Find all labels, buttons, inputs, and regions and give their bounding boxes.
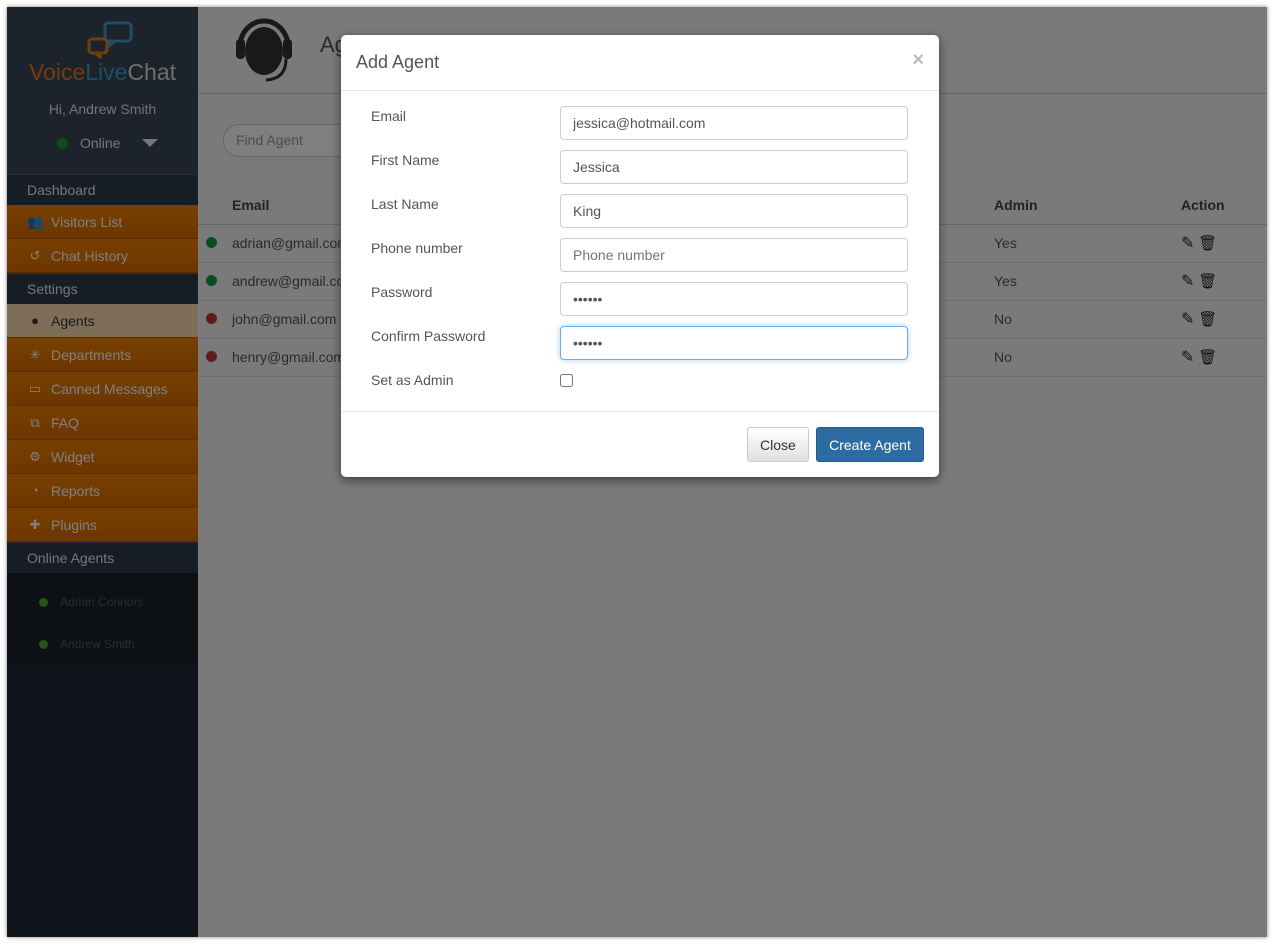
first-name-label: First Name xyxy=(371,152,440,168)
last-name-field[interactable] xyxy=(560,194,908,228)
password-label: Password xyxy=(371,284,433,300)
close-icon[interactable]: × xyxy=(912,49,924,72)
set-admin-checkbox[interactable] xyxy=(560,374,573,387)
confirm-password-label: Confirm Password xyxy=(371,328,486,344)
modal-body: Email First Name Last Name Phone number … xyxy=(341,91,939,412)
password-field[interactable] xyxy=(560,282,908,316)
modal-footer: Close Create Agent xyxy=(341,412,939,476)
set-admin-label: Set as Admin xyxy=(371,372,454,388)
phone-field[interactable] xyxy=(560,238,908,272)
modal-header: Add Agent × xyxy=(341,35,939,91)
phone-label: Phone number xyxy=(371,240,463,256)
confirm-password-field[interactable] xyxy=(560,326,908,360)
first-name-field[interactable] xyxy=(560,150,908,184)
app-window: VoiceLiveChat Hi, Andrew Smith Online Da… xyxy=(7,7,1267,937)
close-button[interactable]: Close xyxy=(747,427,809,462)
email-field[interactable] xyxy=(560,106,908,140)
email-label: Email xyxy=(371,108,407,124)
last-name-label: Last Name xyxy=(371,196,439,212)
modal-title: Add Agent xyxy=(356,52,440,72)
add-agent-modal: Add Agent × Email First Name Last Name P… xyxy=(341,35,939,477)
create-agent-button[interactable]: Create Agent xyxy=(816,427,924,462)
